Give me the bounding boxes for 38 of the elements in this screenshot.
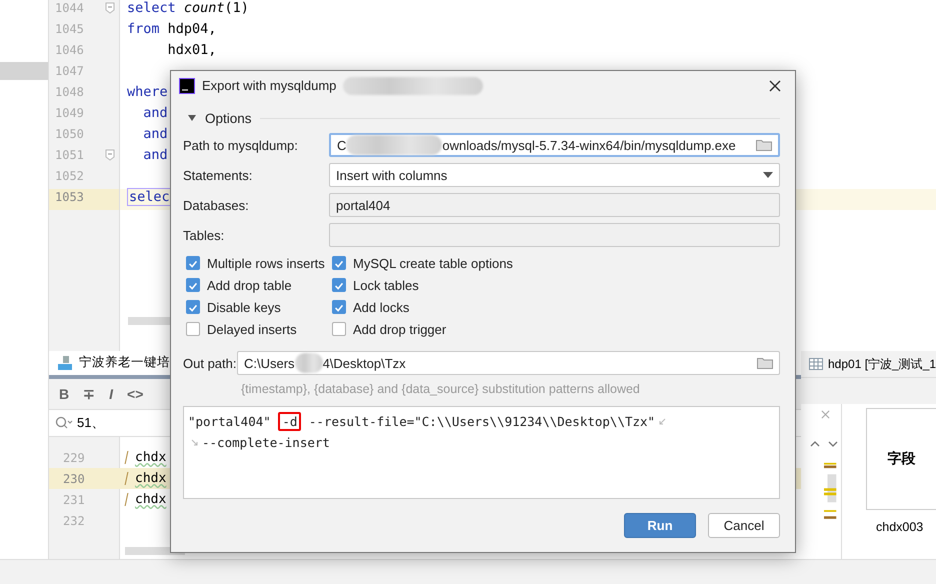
code-token: chdx xyxy=(135,471,166,486)
field-label: Out path: xyxy=(183,356,237,370)
line-number: 1053 xyxy=(55,190,84,204)
code-token: from xyxy=(127,21,160,37)
dialog-title: Export with mysqldump xyxy=(202,78,336,93)
line-number: 1049 xyxy=(55,106,84,120)
code-token: and xyxy=(142,126,168,142)
hint-text: {timestamp}, {database} and {data_source} substitution patterns allowed xyxy=(240,381,641,398)
line-number: 1050 xyxy=(55,127,84,141)
code-token: hdp04, xyxy=(166,21,216,37)
table-header-cell: 字段 xyxy=(866,408,936,510)
code-token: and xyxy=(142,105,168,121)
line-number: 230 xyxy=(62,470,86,488)
code-token: chdx xyxy=(135,450,166,466)
code-token: hdx01, xyxy=(166,42,216,58)
code-token: (1) xyxy=(224,0,249,16)
line-number: 229 xyxy=(62,450,86,467)
field-label: Tables: xyxy=(183,228,226,242)
field-label: Path to mysqldump: xyxy=(183,138,299,152)
line-number: 1045 xyxy=(55,22,84,36)
code-token: where xyxy=(127,84,168,100)
code-token: count xyxy=(184,0,225,16)
line-number: 1047 xyxy=(55,64,84,78)
readonly-field: portal404 xyxy=(329,193,780,217)
line-number: 231 xyxy=(62,492,86,509)
field-label: Databases: xyxy=(183,198,250,212)
line-number: 232 xyxy=(62,512,86,530)
table-cell-text: chdx003 xyxy=(875,519,924,534)
code-token: select xyxy=(127,0,176,16)
code-token: and xyxy=(142,147,168,163)
line-number: 1046 xyxy=(55,43,84,57)
code-token: chdx xyxy=(135,492,166,508)
section-title: Options xyxy=(205,110,252,126)
line-number: 1051 xyxy=(55,148,84,162)
line-number: 1052 xyxy=(55,169,84,183)
field-label: Statements: xyxy=(183,168,254,182)
line-number: 1044 xyxy=(55,1,84,15)
line-number: 1048 xyxy=(55,85,84,99)
